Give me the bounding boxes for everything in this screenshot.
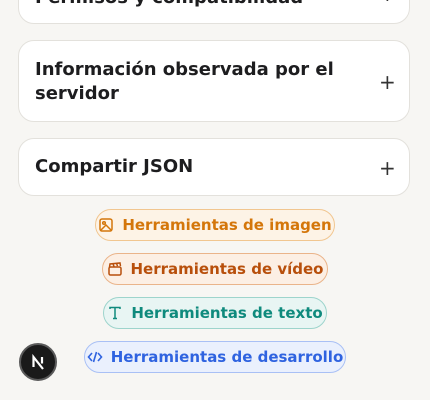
clapperboard-icon xyxy=(107,262,122,276)
accordion-title: Información observada por el servidor xyxy=(35,59,334,104)
video-tools-label: Herramientas de vídeo xyxy=(130,260,324,278)
dev-tools-link[interactable]: Herramientas de desarrollo xyxy=(84,341,346,373)
video-tools-link[interactable]: Herramientas de vídeo xyxy=(102,253,328,285)
plus-icon[interactable]: + xyxy=(379,158,396,178)
code-icon xyxy=(87,351,103,363)
accordion-title: Compartir JSON xyxy=(35,156,194,177)
plus-icon[interactable]: + xyxy=(379,72,396,92)
dev-tools-label: Herramientas de desarrollo xyxy=(110,348,344,366)
image-tools-link[interactable]: Herramientas de imagen xyxy=(95,209,335,241)
text-tools-link[interactable]: Herramientas de texto xyxy=(103,297,327,329)
accordion-server-info[interactable]: Información observada por el servidor + xyxy=(18,40,410,122)
plus-icon[interactable]: + xyxy=(379,0,396,4)
accordion-title: Permisos y compatibilidad xyxy=(35,0,361,10)
accordion-permissions[interactable]: Permisos y compatibilidad + xyxy=(18,0,410,24)
nextjs-logo-icon[interactable] xyxy=(19,343,57,381)
text-tools-label: Herramientas de texto xyxy=(131,304,323,322)
accordion-share-json[interactable]: Compartir JSON + xyxy=(18,138,410,196)
image-tools-label: Herramientas de imagen xyxy=(122,216,332,234)
text-type-icon xyxy=(109,306,122,320)
image-icon xyxy=(99,218,114,232)
